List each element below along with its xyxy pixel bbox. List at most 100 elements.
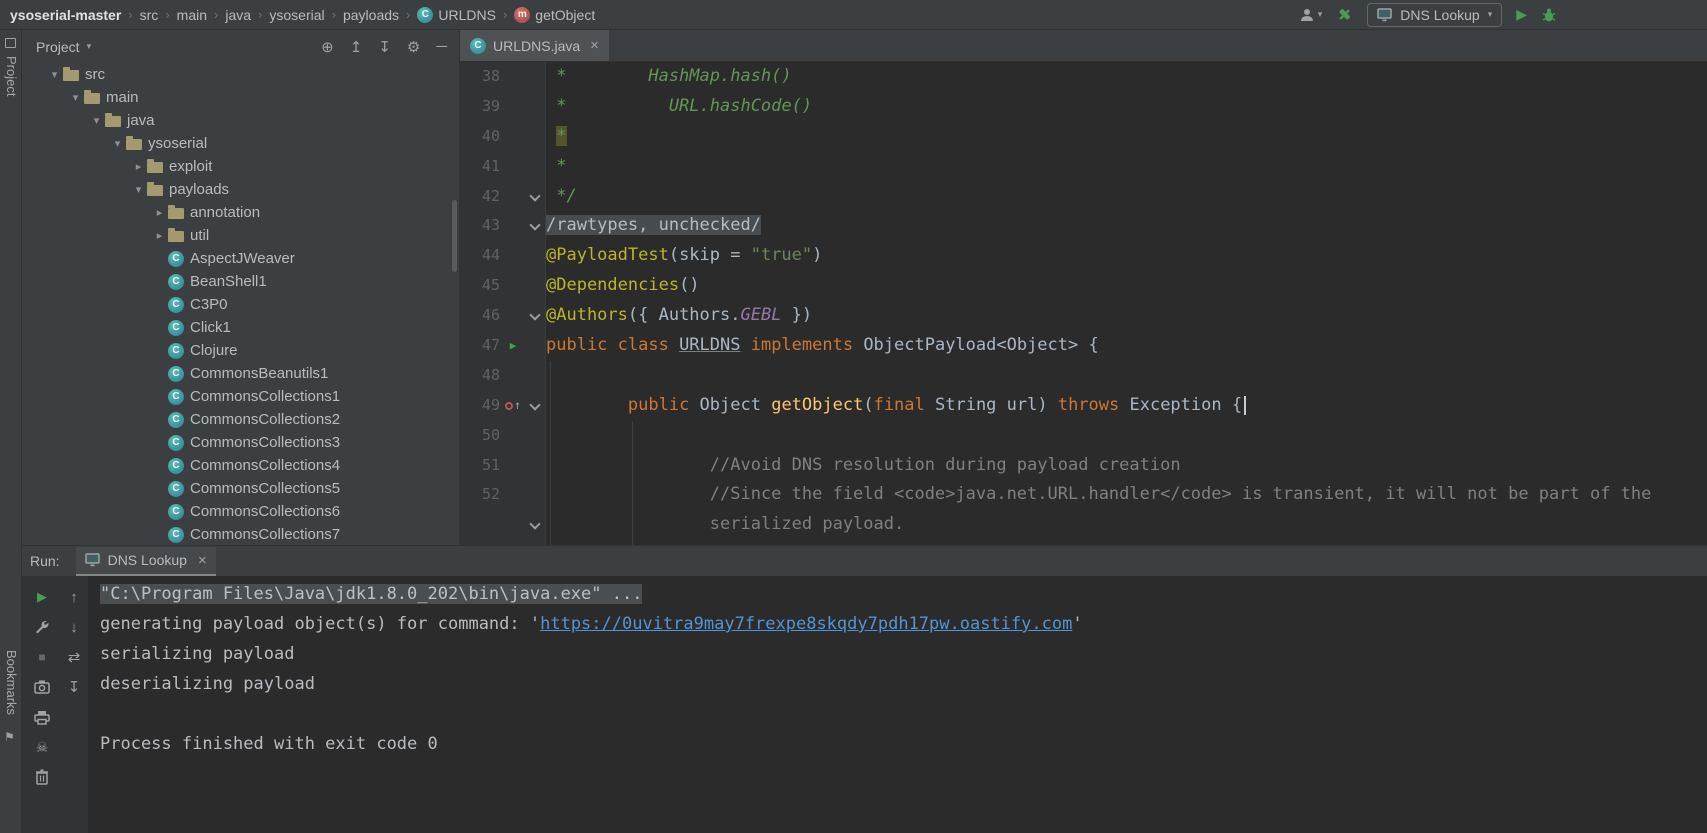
tree-item-click1[interactable]: CClick1 [22,316,459,339]
chevron-right-icon[interactable]: ▸ [130,160,147,173]
breadcrumb-item[interactable]: src [140,7,159,23]
fold-marker-icon[interactable] [526,301,546,331]
tree-item-commonscollections4[interactable]: CCommonsCollections4 [22,454,459,477]
tree-item-payloads[interactable]: ▾payloads [22,178,459,201]
hide-panel-icon[interactable]: ─ [436,38,447,56]
collapse-all-icon[interactable]: ↧ [378,38,391,56]
tree-item-beanshell1[interactable]: CBeanShell1 [22,270,459,293]
breadcrumb-item[interactable]: java [225,7,251,23]
editor-code[interactable]: 38 * HashMap.hash()39 * URL.hashCode()40… [460,62,1707,545]
code-line[interactable]: 43/rawtypes, unchecked/ [460,211,1707,241]
tree-item-clojure[interactable]: CClojure [22,339,459,362]
code-line[interactable]: 44@PayloadTest(skip = "true") [460,241,1707,271]
up-stack-trace-button[interactable]: ↑ [70,589,78,606]
code-line[interactable]: 47▶public class URLDNS implements Object… [460,331,1707,361]
tree-item-annotation[interactable]: ▸annotation [22,201,459,224]
breadcrumb-item[interactable]: ysoserial-master [10,7,121,23]
code-line[interactable]: serialized payload. [460,510,1707,540]
edit-configuration-button[interactable] [34,619,50,635]
tree-item-commonscollections2[interactable]: CCommonsCollections2 [22,408,459,431]
code-line[interactable]: 46@Authors({ Authors.GEBL }) [460,301,1707,331]
console-output[interactable]: "C:\Program Files\Java\jdk1.8.0_202\bin\… [88,576,1707,833]
fold-marker-icon[interactable] [526,211,546,241]
run-configuration-label: DNS Lookup [1400,7,1479,23]
print-button[interactable] [34,710,50,725]
tree-item-commonscollections5[interactable]: CCommonsCollections5 [22,477,459,500]
run-tab-dns-lookup[interactable]: DNS Lookup × [76,547,216,576]
locate-file-icon[interactable]: ⊕ [321,38,334,56]
override-gutter-icon[interactable]: ↑ [500,391,526,421]
code-line[interactable]: 52 //Since the field <code>java.net.URL.… [460,480,1707,510]
breadcrumb-item[interactable]: payloads [343,7,399,23]
chevron-down-icon[interactable]: ▾ [88,114,105,127]
tree-item-commonscollections7[interactable]: CCommonsCollections7 [22,523,459,545]
bookmark-icon[interactable]: ⚑ [4,730,15,744]
project-tool-icon[interactable] [5,38,16,48]
code-line[interactable]: 41 * [460,152,1707,182]
run-button[interactable]: ▶ [1516,6,1527,23]
chevron-down-icon[interactable]: ▾ [130,183,147,196]
stripe-button-bookmarks[interactable]: Bookmarks [4,650,19,715]
code-line[interactable]: 40 * [460,122,1707,152]
chevron-down-icon: ▾ [87,41,92,52]
chevron-down-icon[interactable]: ▾ [46,68,63,81]
code-line[interactable]: 48 [460,361,1707,391]
breadcrumb-item[interactable]: ysoserial [269,7,324,23]
clear-console-button[interactable] [35,769,49,785]
tree-item-commonscollections3[interactable]: CCommonsCollections3 [22,431,459,454]
tree-item-commonscollections6[interactable]: CCommonsCollections6 [22,500,459,523]
tree-item-src[interactable]: ▾src [22,63,459,86]
tree-item-label: CommonsCollections1 [190,388,340,405]
project-view-dropdown[interactable]: Project ▾ [36,39,91,55]
fold-marker-icon[interactable] [526,182,546,212]
code-line[interactable]: 39 * URL.hashCode() [460,92,1707,122]
code-line[interactable]: 45@Dependencies() [460,271,1707,301]
kill-process-icon[interactable]: ☠ [36,739,49,756]
code-line[interactable]: 42 */ [460,182,1707,212]
tree-item-aspectjweaver[interactable]: CAspectJWeaver [22,247,459,270]
editor-tab-urldns[interactable]: C URLDNS.java × [460,30,609,61]
tree-item-exploit[interactable]: ▸exploit [22,155,459,178]
dump-threads-button[interactable] [34,680,50,694]
tree-item-commonscollections1[interactable]: CCommonsCollections1 [22,385,459,408]
tree-item-ysoserial[interactable]: ▾ysoserial [22,132,459,155]
editor-area: C URLDNS.java × 38 * HashMap.hash()39 * … [460,30,1707,545]
scroll-to-end-button[interactable]: ↧ [68,678,81,696]
user-menu-button[interactable]: ▾ [1299,7,1323,23]
chevron-down-icon[interactable]: ▾ [109,137,126,150]
breadcrumb-item[interactable]: mgetObject [514,7,595,23]
code-line[interactable]: 51 //Avoid DNS resolution during payload… [460,451,1707,481]
soft-wrap-button[interactable]: ⇄ [68,648,81,666]
chevron-right-icon[interactable]: ▸ [151,206,168,219]
down-stack-trace-button[interactable]: ↓ [70,619,78,636]
code-token: //Since the field <code>java.net.URL.han… [710,484,1652,504]
expand-all-icon[interactable]: ↥ [350,38,363,56]
build-project-button[interactable] [1336,6,1353,23]
tree-item-util[interactable]: ▸util [22,224,459,247]
chevron-down-icon[interactable]: ▾ [67,91,84,104]
gear-icon[interactable]: ⚙ [407,38,420,56]
tree-item-commonsbeanutils1[interactable]: CCommonsBeanutils1 [22,362,459,385]
stripe-button-project[interactable]: Project [4,56,19,96]
tree-item-main[interactable]: ▾main [22,86,459,109]
breadcrumb-item[interactable]: main [177,7,207,23]
code-line[interactable]: 49↑ public Object getObject(final String… [460,391,1707,421]
console-link[interactable]: https://0uvitra9may7frexpe8skqdy7pdh17pw… [540,614,1072,634]
debug-button[interactable] [1541,7,1557,23]
code-line[interactable]: 50 [460,421,1707,451]
close-icon[interactable]: × [198,552,207,569]
tree-item-java[interactable]: ▾java [22,109,459,132]
close-icon[interactable]: × [590,37,599,54]
chevron-right-icon[interactable]: ▸ [151,229,168,242]
fold-marker-icon[interactable] [526,391,546,421]
fold-marker-icon[interactable] [526,510,546,540]
tree-item-c3p0[interactable]: CC3P0 [22,293,459,316]
code-line[interactable]: 38 * HashMap.hash() [460,62,1707,92]
project-scrollbar[interactable] [452,200,457,272]
breadcrumb-separator-icon: › [258,7,262,22]
stop-button[interactable]: ■ [38,650,45,664]
rerun-button[interactable]: ▶ [37,589,47,605]
breadcrumb-item[interactable]: CURLDNS [417,7,496,23]
run-gutter-icon[interactable]: ▶ [500,331,526,361]
run-configuration-select[interactable]: DNS Lookup ▾ [1367,3,1502,27]
